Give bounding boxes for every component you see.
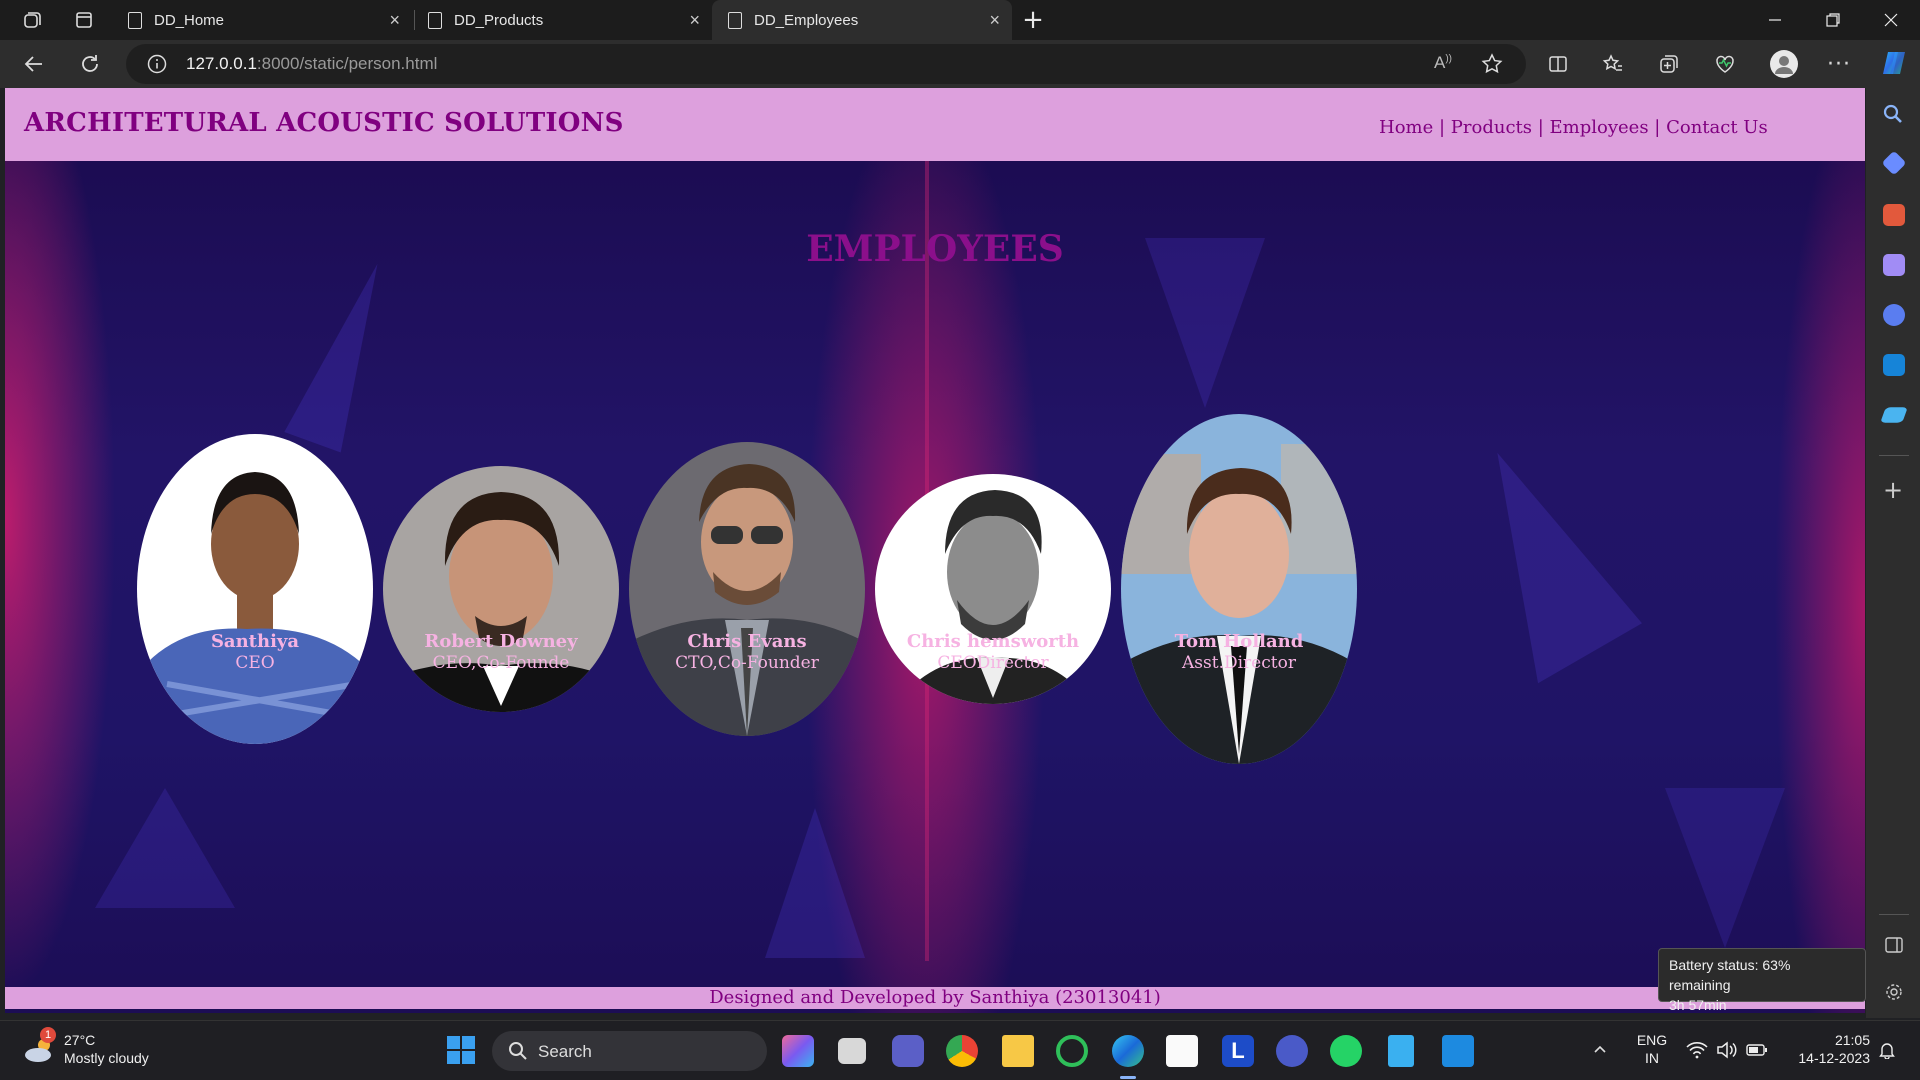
clock-date[interactable]: 14-12-2023 [1780, 1050, 1870, 1066]
browser-tab-bar: DD_Home × DD_Products × DD_Employees × + [0, 0, 1920, 40]
close-icon[interactable]: × [689, 10, 700, 31]
favorite-star-icon[interactable] [1480, 52, 1504, 80]
employee-role: CEODirector [937, 653, 1049, 673]
tab-dd-home[interactable]: DD_Home × [112, 0, 412, 40]
outlook-icon[interactable] [1883, 354, 1905, 376]
settings-gear-icon[interactable] [1884, 982, 1904, 1006]
search-icon[interactable] [1881, 102, 1905, 130]
whatsapp-icon[interactable] [1330, 1035, 1362, 1067]
ring-app-icon[interactable] [1056, 1035, 1088, 1067]
weather-badge: 1 [40, 1027, 56, 1043]
chrome-icon[interactable] [946, 1035, 978, 1067]
tab-dd-products[interactable]: DD_Products × [412, 0, 712, 40]
add-icon[interactable]: + [1883, 478, 1903, 502]
page-icon [128, 11, 142, 29]
nav-contact-link[interactable]: Contact Us [1666, 117, 1768, 138]
tab-dd-employees[interactable]: DD_Employees × [712, 0, 1012, 40]
page-icon [728, 11, 742, 29]
chevron-up-icon[interactable] [1592, 1041, 1608, 1061]
close-window-button[interactable] [1868, 4, 1914, 36]
site-info-icon[interactable] [146, 53, 168, 79]
taskbar-search[interactable]: Search [492, 1031, 767, 1071]
teams-chat-icon[interactable] [892, 1035, 924, 1067]
tab-actions-icon[interactable] [72, 8, 96, 32]
more-icon[interactable]: ··· [1827, 52, 1851, 77]
split-screen-icon[interactable] [1546, 52, 1570, 76]
close-icon[interactable]: × [989, 10, 1000, 31]
new-tab-button[interactable]: + [1021, 5, 1045, 35]
nav-employees-link[interactable]: Employees [1550, 117, 1649, 138]
minimize-button[interactable] [1752, 4, 1798, 36]
employee-photo [383, 466, 619, 712]
tab-title: DD_Home [154, 11, 225, 29]
clock-time[interactable]: 21:05 [1780, 1032, 1870, 1048]
edge-sidebar: + [1866, 88, 1920, 1018]
weather-description[interactable]: Mostly cloudy [64, 1050, 149, 1066]
notification-bell-icon[interactable] [1878, 1041, 1896, 1063]
employee-role: CEO,Co-Founde [432, 653, 570, 673]
copilot-preview-icon[interactable] [782, 1035, 814, 1067]
search-icon [509, 1042, 527, 1060]
page-heading: EMPLOYEES [806, 228, 1064, 270]
microsoft-store-icon[interactable] [1166, 1035, 1198, 1067]
send-icon[interactable] [1880, 407, 1908, 423]
employee-name: Chris Evans [687, 631, 807, 652]
refresh-icon[interactable] [78, 52, 102, 76]
games-icon[interactable] [1883, 254, 1905, 276]
employee-name: Santhiya [210, 631, 300, 652]
browser-essentials-icon[interactable] [1713, 52, 1737, 76]
employee-photo [137, 434, 373, 744]
site-header: ARCHITETURAL ACOUSTIC SOLUTIONS Home | P… [5, 88, 1865, 161]
hide-sidebar-icon[interactable] [1885, 936, 1903, 958]
l-app-icon[interactable]: L [1222, 1035, 1254, 1067]
workspaces-icon[interactable] [20, 8, 44, 32]
windows-start-icon[interactable] [446, 1035, 476, 1069]
volume-icon[interactable] [1716, 1041, 1738, 1063]
tools-icon[interactable] [1883, 204, 1905, 226]
battery-icon[interactable] [1746, 1042, 1768, 1062]
back-icon[interactable] [22, 52, 46, 76]
tab-title: DD_Employees [754, 11, 859, 29]
address-bar[interactable]: 127.0.0.1:8000/static/person.html A)) [126, 44, 1526, 84]
page-icon [428, 11, 442, 29]
favorites-icon[interactable] [1601, 52, 1625, 76]
browser-toolbar: 127.0.0.1:8000/static/person.html A)) ··… [0, 40, 1920, 88]
employee-name: Chris hemsworth [906, 631, 1080, 652]
employee-role: Asst.Director [1182, 653, 1296, 673]
employee-role: CEO [235, 653, 275, 673]
arc-app-icon[interactable] [1276, 1035, 1308, 1067]
employee-name: Tom Holland [1174, 631, 1304, 652]
site-brand: ARCHITETURAL ACOUSTIC SOLUTIONS [24, 108, 624, 138]
language-bottom[interactable]: IN [1632, 1050, 1672, 1066]
notepad-icon[interactable] [1388, 1035, 1414, 1067]
battery-tooltip: Battery status: 63% remaining 3h 57min [1658, 948, 1866, 1013]
wifi-icon[interactable] [1686, 1041, 1708, 1063]
file-explorer-icon[interactable] [1002, 1035, 1034, 1067]
employee-role: CTO,Co-Founder [675, 653, 819, 673]
profile-icon[interactable] [1770, 50, 1798, 78]
task-view-icon[interactable] [838, 1038, 866, 1064]
microsoft-365-icon[interactable] [1883, 304, 1905, 326]
edge-icon[interactable] [1112, 1035, 1144, 1067]
vscode-icon[interactable] [1442, 1035, 1474, 1067]
employee-photo [1121, 414, 1357, 764]
employee-photo [629, 442, 865, 736]
copilot-icon[interactable] [1879, 48, 1909, 78]
shopping-tag-icon[interactable] [1881, 150, 1907, 176]
employee-name: Robert Downey [424, 631, 578, 652]
restore-button[interactable] [1810, 4, 1856, 36]
language-top[interactable]: ENG [1632, 1032, 1672, 1048]
site-footer: Designed and Developed by Santhiya (2301… [5, 987, 1865, 1009]
close-icon[interactable]: × [389, 10, 400, 31]
web-page: ARCHITETURAL ACOUSTIC SOLUTIONS Home | P… [5, 88, 1865, 1013]
tab-title: DD_Products [454, 11, 544, 29]
nav-home-link[interactable]: Home [1379, 117, 1433, 138]
url-text[interactable]: 127.0.0.1:8000/static/person.html [186, 54, 437, 74]
read-aloud-icon[interactable]: A)) [1434, 53, 1452, 73]
collections-icon[interactable] [1657, 52, 1681, 76]
nav-products-link[interactable]: Products [1451, 117, 1532, 138]
weather-temp[interactable]: 27°C [64, 1032, 95, 1048]
windows-taskbar: 1 27°C Mostly cloudy Search L ENG IN 21:… [0, 1020, 1920, 1080]
site-nav: Home | Products | Employees | Contact Us [1379, 117, 1768, 138]
